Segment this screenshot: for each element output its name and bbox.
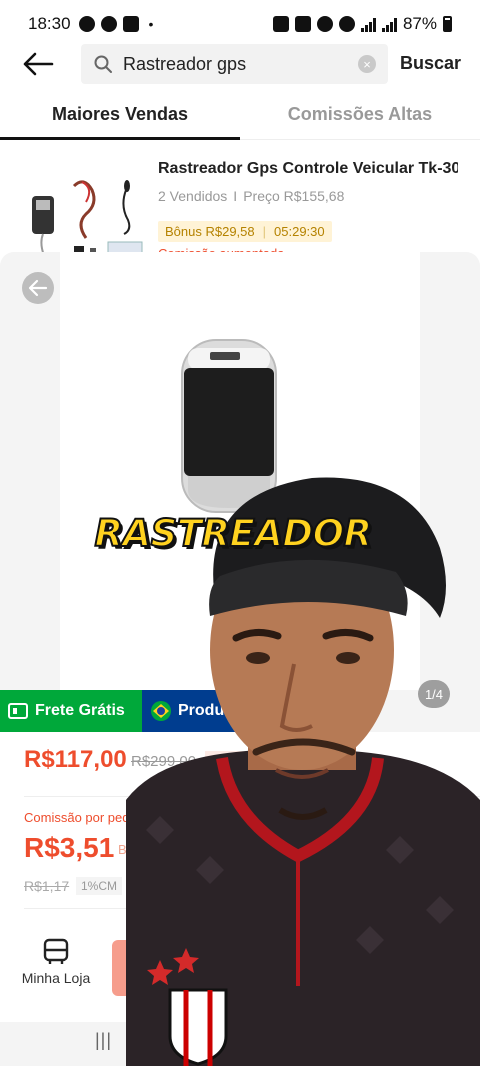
sort-tabs: Maiores Vendas Comissões Altas [0, 96, 480, 140]
presenter-video-overlay [126, 477, 480, 1066]
commission-old-value: R$1,17 [24, 878, 70, 894]
sold-count: 2 Vendidos [158, 188, 228, 204]
search-icon [94, 55, 112, 73]
bonus-badge: Bônus R$29,58 | 05:29:30 [158, 221, 332, 242]
product-list-item[interactable]: Rastreador Gps Controle Veicular Tk-30..… [0, 150, 480, 260]
globe-icon [78, 16, 95, 32]
clear-search-icon[interactable]: × [358, 55, 376, 73]
tab-comissoes-altas[interactable]: Comissões Altas [240, 96, 480, 139]
bonus-amount: Bônus R$29,58 [165, 224, 255, 239]
free-shipping-badge: Frete Grátis [0, 690, 142, 732]
commission-rate: 1%CM [76, 877, 123, 895]
arrow-left-icon [28, 279, 48, 297]
mute-icon [294, 16, 311, 32]
gmail-icon [122, 16, 139, 32]
product-meta: 2 Vendidos I Preço R$155,68 [158, 188, 344, 204]
signal-icon [360, 17, 376, 32]
commission-value: R$3,51 [24, 832, 115, 863]
recents-nav-button[interactable]: ||| [95, 1030, 112, 1051]
battery-percent: 87% [402, 14, 437, 33]
tab-maiores-vendas[interactable]: Maiores Vendas [0, 96, 240, 140]
product-thumbnail [32, 180, 143, 260]
meta-separator: I [233, 188, 238, 204]
my-shop-button[interactable]: Minha Loja [18, 938, 94, 994]
location-icon [316, 16, 333, 32]
more-notifications-dot: • [148, 16, 154, 32]
price-line: Preço R$155,68 [243, 188, 345, 204]
my-shop-label: Minha Loja [21, 970, 91, 986]
search-box[interactable]: × [81, 44, 388, 84]
search-input[interactable] [123, 53, 358, 75]
status-bar: 18:30 • 87% [0, 0, 480, 48]
bonus-timer: 05:29:30 [274, 224, 325, 239]
product-price: R$117,00 [24, 746, 127, 773]
product-title: Rastreador Gps Controle Veicular Tk-30..… [158, 160, 458, 177]
back-button[interactable] [18, 46, 58, 82]
arrow-left-icon [23, 52, 54, 76]
wifi-icon [338, 16, 355, 32]
bonus-separator: | [262, 224, 267, 239]
battery-icon [443, 16, 452, 32]
video-caption: RASTREADOR [93, 511, 373, 556]
shipping-icon [8, 703, 28, 719]
status-time: 18:30 [28, 14, 71, 33]
signal-icon-2 [381, 17, 397, 32]
system-status: 87% [272, 14, 452, 34]
search-header: × Buscar [0, 44, 480, 84]
alarm-icon [272, 16, 289, 32]
shop-icon [43, 938, 69, 964]
free-shipping-label: Frete Grátis [35, 702, 125, 719]
whatsapp-icon [100, 16, 117, 32]
notification-icons: • [78, 16, 154, 32]
gallery-back-button[interactable] [22, 272, 54, 304]
search-submit-button[interactable]: Buscar [400, 53, 461, 74]
